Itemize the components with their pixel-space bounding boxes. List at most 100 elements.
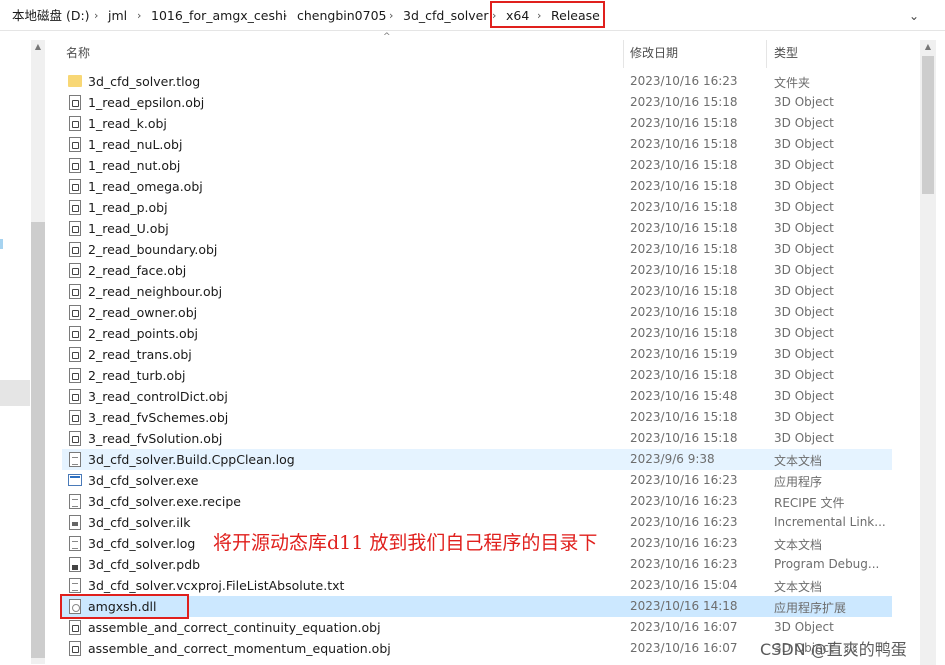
file-type: 3D Object bbox=[774, 179, 834, 193]
file-row[interactable]: 1_read_epsilon.obj 2023/10/16 15:18 3D Obj… bbox=[62, 92, 892, 113]
obj-file-icon bbox=[69, 389, 81, 404]
chevron-down-icon[interactable]: ⌄ bbox=[905, 7, 923, 25]
dll-highlight-box bbox=[60, 594, 189, 619]
obj-file-icon bbox=[69, 305, 81, 320]
file-row[interactable]: 3d_cfd_solver.pdb 2023/10/16 16:23 Program… bbox=[62, 554, 892, 575]
obj-file-icon bbox=[69, 158, 81, 173]
obj-file-icon bbox=[69, 116, 81, 131]
obj-file-icon bbox=[69, 284, 81, 299]
file-name: 2_read_points.obj bbox=[88, 326, 199, 341]
file-type: 3D Object bbox=[774, 368, 834, 382]
file-name: 2_read_boundary.obj bbox=[88, 242, 218, 257]
vertical-scrollbar-thumb[interactable] bbox=[922, 56, 934, 194]
breadcrumb-item[interactable]: 1016_for_amgx_ceshi bbox=[151, 0, 286, 31]
file-row[interactable]: 2_read_turb.obj 2023/10/16 15:18 3D Object bbox=[62, 365, 892, 386]
file-row[interactable]: 2_read_face.obj 2023/10/16 15:18 3D Object bbox=[62, 260, 892, 281]
scroll-up-icon[interactable]: ▲ bbox=[32, 42, 44, 51]
column-type[interactable]: 类型 bbox=[774, 44, 798, 61]
obj-file-icon bbox=[69, 620, 81, 635]
scroll-up-icon[interactable]: ▲ bbox=[920, 42, 936, 51]
breadcrumb-item[interactable]: jml bbox=[108, 0, 127, 31]
chevron-right-icon[interactable]: › bbox=[389, 0, 393, 31]
nav-marker bbox=[0, 239, 3, 249]
file-date: 2023/10/16 16:23 bbox=[630, 74, 738, 88]
file-row[interactable]: 3d_cfd_solver.exe 2023/10/16 16:23 应用程序 bbox=[62, 470, 892, 491]
file-name: 1_read_U.obj bbox=[88, 221, 169, 236]
file-row[interactable]: 3_read_controlDict.obj 2023/10/16 15:48 3D… bbox=[62, 386, 892, 407]
chevron-right-icon[interactable]: › bbox=[283, 0, 287, 31]
file-name: 3d_cfd_solver.log bbox=[88, 536, 196, 551]
file-row[interactable]: 3_read_fvSchemes.obj 2023/10/16 15:18 3D O… bbox=[62, 407, 892, 428]
column-divider[interactable] bbox=[623, 40, 624, 68]
file-date: 2023/10/16 15:18 bbox=[630, 179, 738, 193]
obj-file-icon bbox=[69, 95, 81, 110]
nav-selected-item[interactable] bbox=[0, 380, 30, 406]
file-date: 2023/10/16 14:18 bbox=[630, 599, 738, 613]
file-row[interactable]: 1_read_k.obj 2023/10/16 15:18 3D Object bbox=[62, 113, 892, 134]
file-row[interactable]: 1_read_p.obj 2023/10/16 15:18 3D Object bbox=[62, 197, 892, 218]
file-name: 3d_cfd_solver.ilk bbox=[88, 515, 191, 530]
breadcrumb-item[interactable]: 3d_cfd_solver bbox=[403, 0, 488, 31]
file-name: 3d_cfd_solver.vcxproj.FileListAbsolute.t… bbox=[88, 578, 345, 593]
file-date: 2023/10/16 16:23 bbox=[630, 536, 738, 550]
obj-file-icon bbox=[69, 200, 81, 215]
nav-scrollbar-thumb[interactable] bbox=[31, 222, 45, 658]
file-row[interactable]: 2_read_boundary.obj 2023/10/16 15:18 3D Ob… bbox=[62, 239, 892, 260]
file-row[interactable]: 1_read_U.obj 2023/10/16 15:18 3D Object bbox=[62, 218, 892, 239]
file-row[interactable]: 2_read_owner.obj 2023/10/16 15:18 3D Objec… bbox=[62, 302, 892, 323]
column-divider[interactable] bbox=[766, 40, 767, 68]
file-name: 2_read_face.obj bbox=[88, 263, 187, 278]
file-date: 2023/10/16 16:07 bbox=[630, 641, 738, 655]
file-row[interactable]: 3_read_fvSolution.obj 2023/10/16 15:18 3D … bbox=[62, 428, 892, 449]
obj-file-icon bbox=[69, 368, 81, 383]
file-row[interactable]: 1_read_nuL.obj 2023/10/16 15:18 3D Object bbox=[62, 134, 892, 155]
address-bar[interactable]: 本地磁盘 (D:) › jml › 1016_for_amgx_ceshi › chengb… bbox=[0, 0, 945, 31]
file-row[interactable]: 3d_cfd_solver.Build.CppClean.log 2023/9/6… bbox=[62, 449, 892, 470]
column-date[interactable]: 修改日期 bbox=[630, 44, 678, 61]
file-name: 1_read_nut.obj bbox=[88, 158, 181, 173]
column-name[interactable]: 名称 bbox=[66, 44, 90, 61]
file-type: 3D Object bbox=[774, 221, 834, 235]
file-date: 2023/10/16 15:18 bbox=[630, 200, 738, 214]
file-type: 应用程序扩展 bbox=[774, 601, 847, 615]
file-row[interactable]: 3d_cfd_solver.tlog 2023/10/16 16:23 文件夹 bbox=[62, 71, 892, 92]
obj-file-icon bbox=[69, 641, 81, 656]
chevron-right-icon[interactable]: › bbox=[94, 0, 98, 31]
file-type: 应用程序 bbox=[774, 475, 823, 489]
file-type: Incremental Link... bbox=[774, 515, 886, 529]
file-type: 3D Object bbox=[774, 116, 834, 130]
chevron-right-icon[interactable]: › bbox=[137, 0, 141, 31]
file-type: RECIPE 文件 bbox=[774, 496, 845, 510]
file-row[interactable]: 2_read_neighbour.obj 2023/10/16 15:18 3D O… bbox=[62, 281, 892, 302]
file-type: 3D Object bbox=[774, 410, 834, 424]
file-name: 3_read_controlDict.obj bbox=[88, 389, 228, 404]
file-row[interactable]: 1_read_nut.obj 2023/10/16 15:18 3D Object bbox=[62, 155, 892, 176]
file-name: 2_read_neighbour.obj bbox=[88, 284, 223, 299]
file-row[interactable]: 3d_cfd_solver.vcxproj.FileListAbsolute.t… bbox=[62, 575, 892, 596]
file-name: 3_read_fvSolution.obj bbox=[88, 431, 223, 446]
file-date: 2023/10/16 15:18 bbox=[630, 158, 738, 172]
file-date: 2023/10/16 15:18 bbox=[630, 305, 738, 319]
ilk-file-icon bbox=[69, 515, 81, 530]
file-date: 2023/10/16 15:18 bbox=[630, 410, 738, 424]
breadcrumb-item[interactable]: 本地磁盘 (D:) bbox=[12, 0, 90, 31]
obj-file-icon bbox=[69, 326, 81, 341]
file-row[interactable]: assemble_and_correct_continuity_equation… bbox=[62, 617, 892, 638]
file-type: 3D Object bbox=[774, 620, 834, 634]
file-row[interactable]: 2_read_points.obj 2023/10/16 15:18 3D Obje… bbox=[62, 323, 892, 344]
file-date: 2023/10/16 15:18 bbox=[630, 326, 738, 340]
file-type: 文本文档 bbox=[774, 538, 823, 552]
obj-file-icon bbox=[69, 179, 81, 194]
file-date: 2023/10/16 16:23 bbox=[630, 494, 738, 508]
sort-arrow-icon: ^ bbox=[383, 32, 391, 42]
file-row[interactable]: 1_read_omega.obj 2023/10/16 15:18 3D Objec… bbox=[62, 176, 892, 197]
file-name: 3d_cfd_solver.pdb bbox=[88, 557, 201, 572]
file-row[interactable]: 2_read_trans.obj 2023/10/16 15:19 3D Objec… bbox=[62, 344, 892, 365]
file-date: 2023/10/16 15:18 bbox=[630, 263, 738, 277]
file-date: 2023/10/16 15:18 bbox=[630, 137, 738, 151]
breadcrumb-item[interactable]: chengbin0705 bbox=[297, 0, 386, 31]
file-name: 2_read_owner.obj bbox=[88, 305, 198, 320]
txt-file-icon bbox=[69, 578, 81, 593]
breadcrumb-highlight-box bbox=[490, 1, 605, 28]
file-row[interactable]: 3d_cfd_solver.exe.recipe 2023/10/16 16:23… bbox=[62, 491, 892, 512]
